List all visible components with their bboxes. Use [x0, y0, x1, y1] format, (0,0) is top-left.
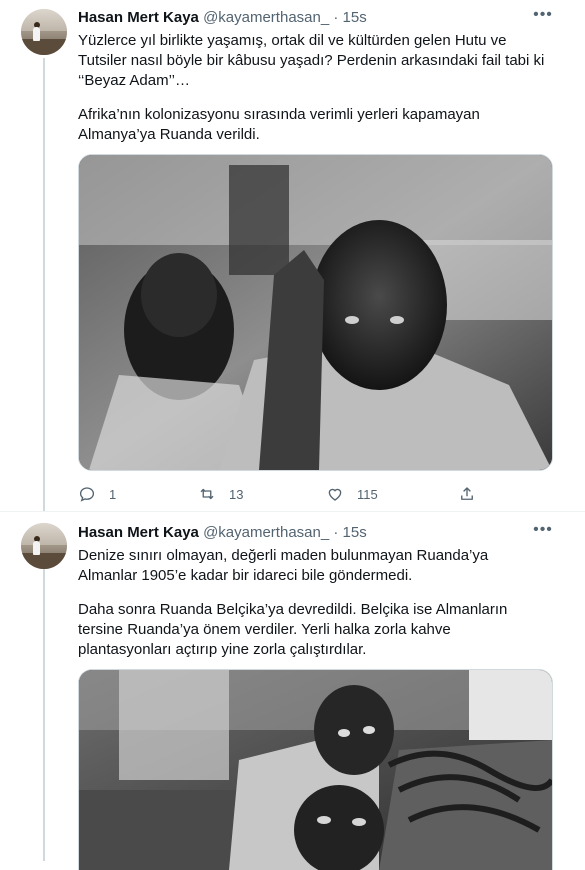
tweet-text-paragraph: Yüzlerce yıl birlikte yaşamış, ortak dil…	[78, 32, 545, 89]
like-button[interactable]: 115	[326, 484, 378, 504]
tweet-header: Hasan Mert Kaya @kayamerthasan_ · 15s	[78, 524, 367, 544]
tweet-text-paragraph: Daha sonra Ruanda Belçika’ya devredildi.…	[78, 601, 508, 658]
tweet[interactable]: Hasan Mert Kaya @kayamerthasan_ · 15s ••…	[0, 512, 585, 870]
share-icon	[461, 487, 473, 500]
reply-icon	[79, 487, 95, 502]
retweet-icon	[200, 488, 214, 500]
like-icon	[328, 488, 342, 501]
retweet-count: 13	[229, 486, 244, 502]
separator-dot: ·	[333, 524, 339, 541]
tweet-text-paragraph: Denize sınırı olmayan, değerli maden bul…	[78, 547, 489, 584]
reply-count: 1	[109, 486, 117, 502]
reply-button[interactable]: 1	[78, 484, 116, 504]
avatar[interactable]	[21, 523, 67, 569]
tweet-actions: 1 13 115	[78, 484, 548, 504]
photo-image	[79, 670, 552, 870]
tweet-header: Hasan Mert Kaya @kayamerthasan_ · 15s	[78, 9, 367, 29]
author-name[interactable]: Hasan Mert Kaya	[78, 524, 199, 541]
more-options-icon[interactable]: •••	[533, 7, 553, 29]
thread-line	[43, 58, 45, 511]
tweet-photo[interactable]	[78, 669, 553, 870]
author-handle[interactable]: @kayamerthasan_	[203, 524, 329, 541]
tweet-text-paragraph: Afrika’nın kolonizasyonu sırasında verim…	[78, 106, 480, 143]
photo-image	[79, 155, 552, 470]
author-name[interactable]: Hasan Mert Kaya	[78, 9, 199, 26]
tweet-photo[interactable]	[78, 154, 553, 471]
more-options-icon[interactable]: •••	[533, 522, 553, 544]
thread-line	[43, 568, 45, 861]
author-handle[interactable]: @kayamerthasan_	[203, 9, 329, 26]
like-count: 115	[357, 486, 378, 502]
tweet[interactable]: Hasan Mert Kaya @kayamerthasan_ · 15s ••…	[0, 0, 585, 512]
separator-dot: ·	[333, 9, 339, 26]
retweet-button[interactable]: 13	[198, 484, 243, 504]
timestamp[interactable]: 15s	[343, 524, 367, 541]
share-button[interactable]	[458, 484, 476, 504]
avatar[interactable]	[21, 9, 67, 55]
timestamp[interactable]: 15s	[343, 9, 367, 26]
